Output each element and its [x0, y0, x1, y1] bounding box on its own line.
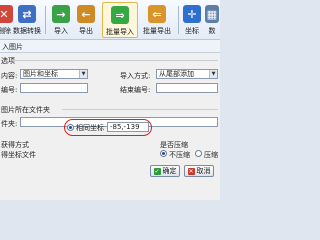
content-label: 内容: [1, 72, 18, 80]
content-select-value: 图片和坐标 [23, 70, 58, 78]
end-number-field[interactable] [156, 83, 218, 93]
folder-heading: 图片所在文件夹 [1, 106, 50, 114]
toolbar-coordinate-label: 坐标 [185, 27, 199, 35]
ok-button-label: 确定 [162, 167, 177, 175]
acquire-heading: 获得方式 [1, 141, 29, 149]
toolbar-batch-import-button[interactable]: ⇒ 批量导入 [102, 2, 138, 38]
grid-icon: ▦ [205, 5, 219, 23]
compress-heading: 是否压缩 [160, 141, 188, 149]
acquire-label: 得坐标文件 [1, 151, 36, 159]
relative-coord-label: 相同坐标 [76, 124, 104, 132]
cancel-button[interactable]: ✕ 取消 [184, 165, 214, 177]
dialog-title-bar: 入图片 [0, 40, 220, 53]
toolbar-delete-label: 删除 [0, 27, 11, 35]
toolbar-batch-export-button[interactable]: ⇐ 批量导出 [140, 2, 174, 38]
toolbar-grid-label: 数 [208, 27, 216, 35]
cancel-icon: ✕ [187, 167, 195, 175]
toolbar-data-convert-button[interactable]: ⇄ 数据转换 [12, 2, 42, 38]
import-mode-label: 导入方式: [120, 72, 151, 80]
content-select[interactable]: 图片和坐标 ▼ [20, 69, 88, 79]
toolbar-import-button[interactable]: → 导入 [50, 2, 72, 38]
toolbar-separator [178, 6, 179, 34]
import-icon: → [52, 5, 70, 23]
cancel-button-label: 取消 [196, 167, 211, 175]
toolbar-export-label: 导出 [79, 27, 93, 35]
toolbar-data-convert-label: 数据转换 [13, 27, 41, 35]
no-compress-label: 不压缩 [169, 151, 190, 159]
data-convert-icon: ⇄ [18, 5, 36, 23]
toolbar-separator [45, 6, 46, 34]
folder-group-line [62, 109, 218, 110]
options-group-line [12, 60, 218, 61]
ok-button[interactable]: ✓ 确定 [150, 165, 180, 177]
no-compress-radio[interactable] [160, 150, 167, 157]
start-number-label: 编号: [1, 86, 18, 94]
start-number-field[interactable] [20, 83, 88, 93]
batch-export-icon: ⇐ [148, 5, 166, 23]
chevron-down-icon: ▼ [79, 70, 87, 78]
toolbar-batch-import-label: 批量导入 [106, 28, 134, 36]
toolbar-batch-export-label: 批量导出 [143, 27, 171, 35]
relative-coord-radio[interactable] [67, 124, 74, 131]
options-heading: 选项 [1, 57, 15, 65]
toolbar-export-button[interactable]: ← 导出 [75, 2, 97, 38]
import-mode-select-value: 从尾部添加 [159, 70, 194, 78]
chevron-down-icon: ▼ [209, 70, 217, 78]
toolbar-import-label: 导入 [54, 27, 68, 35]
toolbar: ✕ 删除 ⇄ 数据转换 → 导入 ← 导出 ⇒ 批量导入 ⇐ 批量导出 ✛ 坐标… [0, 0, 220, 40]
coordinate-icon: ✛ [183, 5, 201, 23]
toolbar-grid-button[interactable]: ▦ 数 [205, 2, 219, 38]
toolbar-coordinate-button[interactable]: ✛ 坐标 [181, 2, 203, 38]
import-dialog: 选项 内容: 图片和坐标 ▼ 导入方式: 从尾部添加 ▼ 编号: 结束编号: 图… [0, 53, 220, 200]
import-mode-select[interactable]: 从尾部添加 ▼ [156, 69, 218, 79]
end-number-label: 结束编号: [120, 86, 151, 94]
compress-radio[interactable] [195, 150, 202, 157]
folder-label: 件夹: [1, 120, 18, 128]
dialog-title: 入图片 [2, 43, 23, 51]
export-icon: ← [77, 5, 95, 23]
relative-coord-input[interactable]: -85,-139 [107, 122, 149, 132]
compress-label: 压缩 [204, 151, 218, 159]
checkmark-icon: ✓ [153, 167, 161, 175]
batch-import-icon: ⇒ [111, 6, 129, 24]
